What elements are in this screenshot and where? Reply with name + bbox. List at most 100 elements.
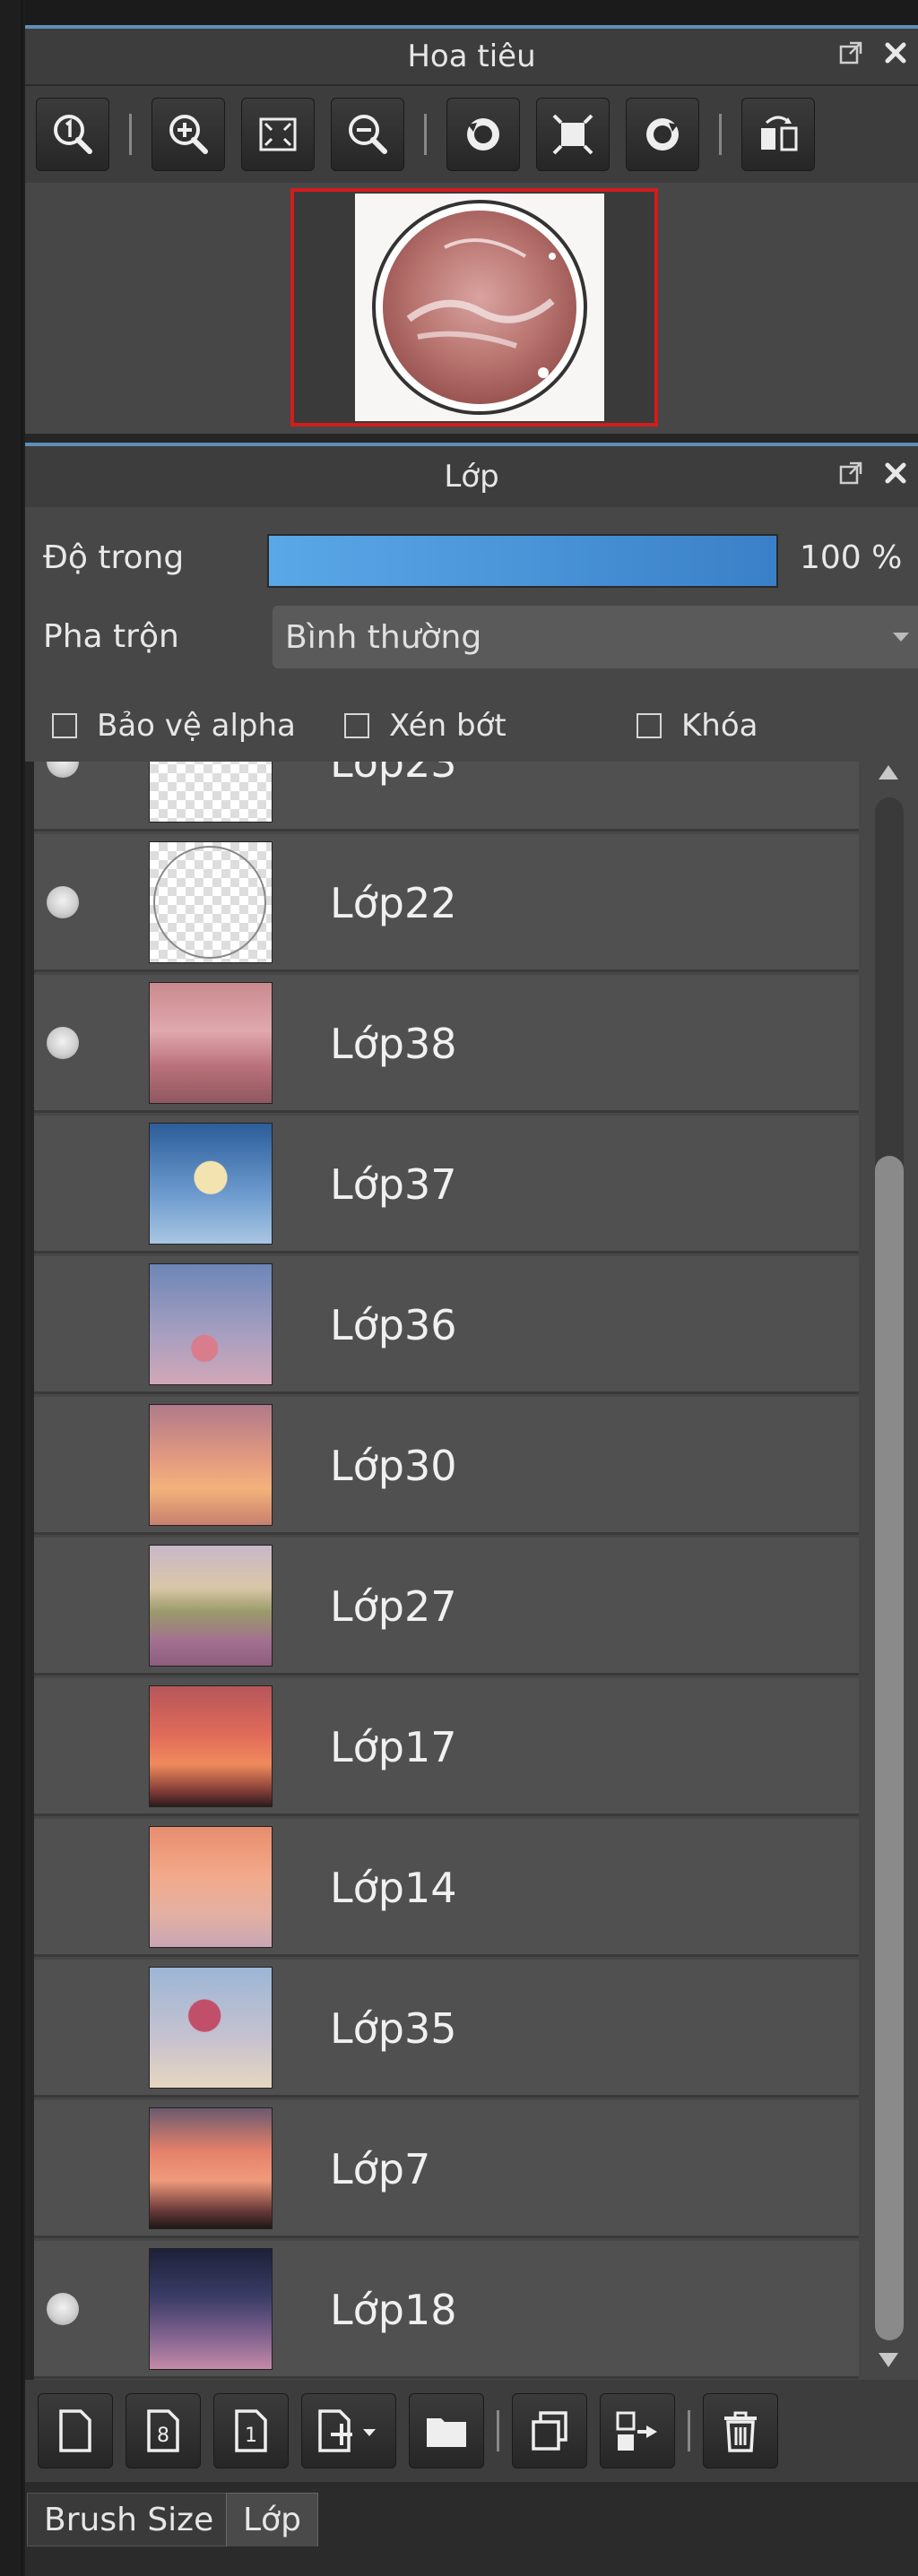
rotate-right-button[interactable]	[626, 98, 699, 171]
visibility-eye-icon[interactable]	[47, 2293, 79, 2325]
window-left-edge	[0, 0, 25, 2576]
new-1bit-layer-button[interactable]: 1	[213, 2393, 289, 2468]
reset-view-icon	[552, 114, 593, 155]
layer-options-row: Bảo vệ alpha Xén bớt Khóa	[25, 690, 918, 762]
tab-layer[interactable]: Lớp	[226, 2493, 318, 2546]
layer-thumbnail	[149, 841, 273, 963]
new-8bit-layer-button[interactable]: 8	[126, 2393, 201, 2468]
opacity-label: Độ trong	[43, 539, 185, 576]
zoom-actual-icon	[54, 115, 92, 154]
layer-thumbnail	[149, 1967, 273, 2089]
toolbar-separator	[497, 2410, 499, 2451]
zoom-in-button[interactable]	[152, 98, 225, 171]
visibility-eye-icon[interactable]	[47, 886, 79, 918]
svg-text:1: 1	[245, 2425, 257, 2447]
new-layer-button[interactable]	[38, 2393, 113, 2468]
checkbox-box	[52, 713, 77, 738]
layer-name: Lớp7	[330, 2145, 431, 2193]
canvas-preview-image	[355, 194, 604, 421]
fit-to-screen-button[interactable]	[241, 98, 315, 171]
chevron-down-icon	[893, 633, 909, 642]
layer-toolbar: 8 1	[25, 2380, 918, 2482]
layer-name: Lớp14	[330, 1864, 457, 1912]
tab-brush-size[interactable]: Brush Size	[27, 2493, 231, 2546]
clipping-checkbox[interactable]: Xén bớt	[344, 708, 507, 744]
layer-name: Lớp23	[330, 762, 457, 787]
zoom-out-button[interactable]	[331, 98, 404, 171]
layer-name: Lớp36	[330, 1301, 457, 1349]
lock-label: Khóa	[681, 708, 758, 744]
lock-checkbox[interactable]: Khóa	[637, 708, 758, 744]
navigator-header: Hoa tiêu	[25, 29, 918, 86]
opacity-value: 100 %	[800, 539, 903, 576]
layer-row[interactable]: Lớp37	[34, 1116, 859, 1254]
layer-row[interactable]: Lớp17	[34, 1678, 859, 1816]
layer-thumbnail	[149, 762, 273, 823]
layer-row[interactable]: Lớp18	[34, 2241, 859, 2379]
close-icon[interactable]	[882, 39, 909, 74]
layer-properties: Độ trong 100 % Pha trộn Bình thường	[25, 507, 918, 690]
add-layer-dropdown-button[interactable]	[301, 2393, 396, 2468]
layer-row[interactable]: Lớp38	[34, 975, 859, 1113]
protect-alpha-checkbox[interactable]: Bảo vệ alpha	[52, 708, 296, 744]
window-top-bar	[0, 0, 918, 25]
delete-layer-icon	[724, 2411, 757, 2452]
blend-mode-select[interactable]: Bình thường	[273, 606, 918, 668]
popout-icon[interactable]	[837, 39, 864, 74]
scroll-down-arrow-icon[interactable]	[879, 2353, 898, 2367]
layer-list[interactable]: Lớp23 Lớp22 Lớp38 Lớp37 Lớp36 Lớp30 Lớp27 Lớp17…	[34, 762, 859, 2380]
toolbar-separator	[129, 114, 132, 155]
layer-name: Lớp38	[330, 1020, 457, 1068]
layer-row[interactable]: Lớp35	[34, 1960, 859, 2098]
layer-name: Lớp30	[330, 1442, 457, 1490]
new-folder-icon	[427, 2418, 466, 2447]
toolbar-separator	[688, 2410, 690, 2451]
zoom-actual-button[interactable]	[36, 98, 109, 171]
layer-row[interactable]: Lớp22	[34, 834, 859, 972]
layer-panel-header: Lớp	[25, 446, 918, 509]
checkbox-box	[344, 713, 369, 738]
layer-row[interactable]: Lớp30	[34, 1397, 859, 1535]
layer-thumbnail	[149, 1263, 273, 1385]
scroll-up-arrow-icon[interactable]	[879, 765, 898, 780]
layer-thumbnail	[149, 1826, 273, 1948]
blend-mode-label: Pha trộn	[43, 618, 179, 655]
rotate-right-icon	[646, 118, 679, 151]
delete-layer-button[interactable]	[703, 2393, 778, 2468]
tab-brush-size-label: Brush Size	[44, 2501, 214, 2538]
new-folder-button[interactable]	[409, 2393, 484, 2468]
blend-mode-value: Bình thường	[285, 618, 482, 656]
flip-horizontal-button[interactable]	[741, 98, 815, 171]
scrollbar-thumb[interactable]	[875, 1156, 904, 2340]
layer-thumbnail	[149, 2107, 273, 2229]
layer-name: Lớp27	[330, 1582, 457, 1631]
clipping-label: Xén bớt	[389, 708, 507, 744]
layer-row[interactable]: Lớp27	[34, 1538, 859, 1676]
close-icon[interactable]	[882, 459, 909, 495]
navigator-title: Hoa tiêu	[407, 39, 536, 74]
layer-thumbnail	[149, 1545, 273, 1667]
checkbox-box	[637, 713, 662, 738]
new-layer-icon	[59, 2409, 91, 2452]
rotate-left-button[interactable]	[446, 98, 520, 171]
fit-to-screen-icon	[259, 117, 297, 151]
layer-row[interactable]: Lớp36	[34, 1256, 859, 1394]
toolbar-separator	[719, 114, 722, 155]
layer-list-scrollbar[interactable]	[859, 762, 918, 2380]
popout-icon[interactable]	[837, 459, 864, 495]
layer-row[interactable]: Lớp7	[34, 2100, 859, 2238]
navigator-preview[interactable]	[25, 183, 918, 434]
navigator-toolbar	[25, 86, 918, 183]
layer-panel-title: Lớp	[444, 459, 499, 495]
merge-down-button[interactable]	[600, 2393, 675, 2468]
duplicate-layer-button[interactable]	[512, 2393, 587, 2468]
visibility-eye-icon[interactable]	[47, 1027, 79, 1059]
opacity-slider[interactable]	[267, 534, 778, 588]
reset-view-button[interactable]	[536, 98, 610, 171]
duplicate-layer-icon	[532, 2411, 567, 2451]
visibility-eye-icon[interactable]	[47, 762, 79, 778]
layer-thumbnail	[149, 1404, 273, 1526]
view-area-highlight	[290, 188, 658, 426]
layer-row[interactable]: Lớp23	[34, 762, 859, 831]
layer-row[interactable]: Lớp14	[34, 1819, 859, 1957]
